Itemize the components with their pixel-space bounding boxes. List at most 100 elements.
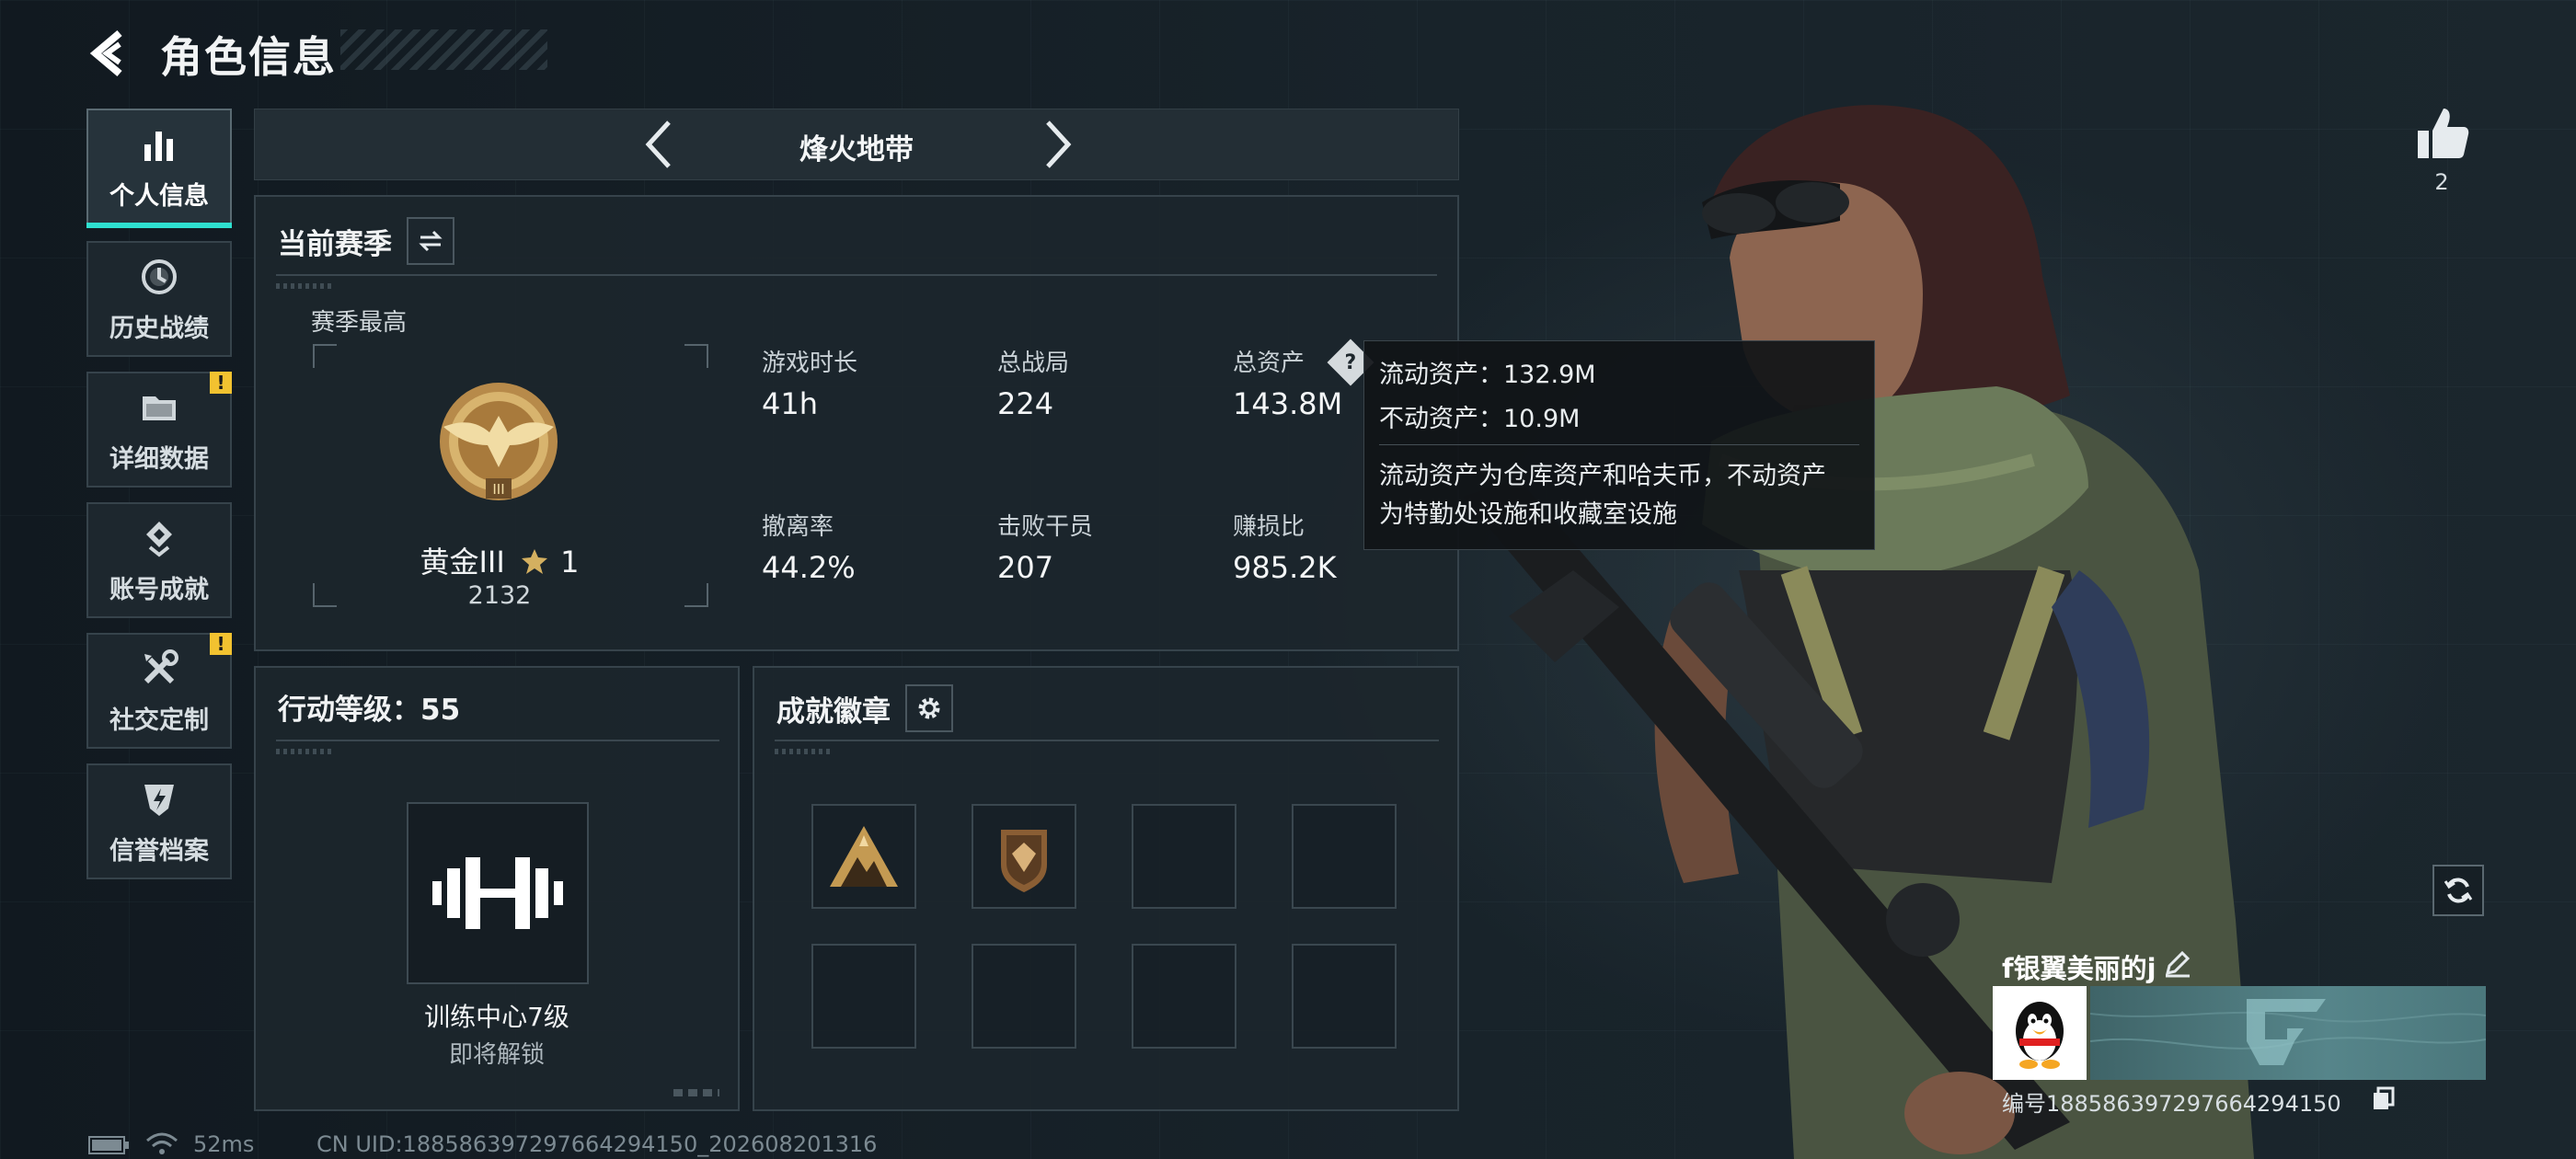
season-panel: 当前赛季 赛季最高 III 黄金III 1 2132 游戏时长 41h 总战局 … bbox=[254, 195, 1459, 651]
stat-label-extraction-rate: 撤离率 bbox=[762, 513, 834, 541]
player-name: f银翼美丽的j bbox=[2002, 953, 2156, 984]
game-mode-title: 烽火地带 bbox=[799, 133, 914, 166]
refresh-icon bbox=[2444, 878, 2473, 903]
tooltip-divider bbox=[1379, 444, 1859, 445]
badge-slot[interactable] bbox=[972, 804, 1076, 909]
frame-corner bbox=[684, 583, 708, 607]
copy-icon[interactable] bbox=[2370, 1085, 2396, 1111]
stat-value-playtime: 41h bbox=[762, 386, 818, 421]
folder-icon bbox=[143, 396, 176, 420]
sidebar-item-label: 历史战绩 bbox=[109, 314, 209, 343]
warning-badge: ! bbox=[210, 372, 232, 394]
frame-corner bbox=[313, 344, 337, 368]
stat-value-kills: 207 bbox=[997, 550, 1054, 585]
refresh-button[interactable] bbox=[2432, 865, 2484, 916]
next-mode-button[interactable] bbox=[1031, 119, 1083, 170]
sidebar-item-credit[interactable]: 信誉档案 bbox=[86, 763, 232, 879]
ping-value: 52ms bbox=[193, 1131, 255, 1157]
season-panel-header: 当前赛季 bbox=[278, 217, 454, 265]
season-title: 当前赛季 bbox=[278, 227, 392, 261]
sidebar-item-achievements[interactable]: 账号成就 bbox=[86, 502, 232, 618]
thumbs-up-icon[interactable] bbox=[2410, 101, 2475, 166]
sidebar-item-label: 详细数据 bbox=[109, 444, 209, 474]
stat-label-total-matches: 总战局 bbox=[997, 350, 1070, 377]
action-level-title: 行动等级：55 bbox=[278, 694, 461, 727]
player-card-banner bbox=[2090, 986, 2486, 1080]
bar-chart-icon bbox=[144, 131, 173, 161]
stat-value-extraction-rate: 44.2% bbox=[762, 550, 856, 585]
sidebar-item-history[interactable]: 历史战绩 bbox=[86, 241, 232, 357]
history-clock-icon bbox=[142, 258, 177, 294]
help-icon: ? bbox=[1344, 350, 1357, 374]
stat-value-profit-ratio: 985.2K bbox=[1233, 550, 1337, 585]
sidebar-item-social[interactable]: ! 社交定制 bbox=[86, 633, 232, 749]
rank-stars: 1 bbox=[560, 545, 580, 580]
tools-icon bbox=[144, 648, 178, 683]
achievement-icon bbox=[146, 521, 172, 557]
badge-slot-empty[interactable] bbox=[1132, 804, 1236, 909]
tooltip-note-line2: 为特勤处设施和收藏室设施 bbox=[1379, 500, 1677, 529]
like-count: 2 bbox=[2434, 169, 2449, 195]
frame-corner bbox=[313, 583, 337, 607]
training-center-status: 即将解锁 bbox=[448, 1041, 545, 1069]
stat-value-total-matches: 224 bbox=[997, 386, 1054, 421]
frame-corner bbox=[684, 344, 708, 368]
dots-decoration bbox=[775, 749, 830, 754]
game-mode-bar: 烽火地带 bbox=[254, 109, 1459, 180]
warning-badge: ! bbox=[210, 633, 232, 655]
sidebar-item-label: 信誉档案 bbox=[109, 836, 209, 866]
dumbbell-icon bbox=[432, 857, 563, 929]
tooltip-fixed-assets: 不动资产：10.9M bbox=[1379, 405, 1581, 433]
player-id: 编号1885863972976642941​50 bbox=[2002, 1091, 2341, 1117]
stat-label-profit-ratio: 赚损比 bbox=[1233, 513, 1305, 541]
training-center-icon-box[interactable] bbox=[407, 802, 589, 984]
page-title: 角色信息 bbox=[160, 32, 337, 82]
dots-decoration bbox=[276, 749, 331, 754]
achievement-badges-panel: 成就徽章 bbox=[753, 666, 1459, 1111]
game-logo-watermark-icon bbox=[2090, 999, 2486, 1065]
badges-title: 成就徽章 bbox=[776, 694, 891, 729]
edit-pencil-icon[interactable] bbox=[2162, 947, 2193, 979]
header-divider bbox=[276, 274, 1437, 276]
svg-text:III: III bbox=[492, 482, 504, 498]
title-stripe-decoration bbox=[340, 29, 547, 70]
stat-label-playtime: 游戏时长 bbox=[762, 350, 858, 377]
wifi-icon bbox=[146, 1132, 178, 1154]
shield-bolt-icon bbox=[144, 784, 174, 816]
badge-slot-empty[interactable] bbox=[811, 944, 916, 1049]
rank-name-row: 黄金III 1 bbox=[366, 539, 633, 581]
chevron-right-icon bbox=[1046, 120, 1072, 168]
back-arrow-icon[interactable] bbox=[85, 28, 136, 79]
header-divider bbox=[775, 740, 1439, 741]
badge-slot-empty[interactable] bbox=[972, 944, 1076, 1049]
assets-tooltip: 流动资产：132.9M 不动资产：10.9M 流动资产为仓库资产和哈夫币，不动资… bbox=[1363, 340, 1875, 550]
gear-icon bbox=[918, 697, 940, 719]
qq-avatar[interactable] bbox=[1993, 986, 2087, 1080]
corner-decoration bbox=[673, 1089, 719, 1096]
badge-settings-button[interactable] bbox=[905, 684, 953, 732]
badge-slot-empty[interactable] bbox=[1292, 944, 1397, 1049]
badge-slot-empty[interactable] bbox=[1292, 804, 1397, 909]
season-best-label: 赛季最高 bbox=[311, 309, 408, 337]
rank-name: 黄金III bbox=[420, 545, 505, 580]
badge-slot-empty[interactable] bbox=[1132, 944, 1236, 1049]
tooltip-note-line1: 流动资产为仓库资产和哈夫币，不动资产 bbox=[1379, 462, 1826, 490]
sidebar-item-label: 社交定制 bbox=[109, 706, 209, 735]
header-divider bbox=[276, 740, 719, 741]
switch-season-button[interactable] bbox=[407, 217, 454, 265]
sidebar-item-details[interactable]: ! 详细数据 bbox=[86, 372, 232, 488]
badge-slot[interactable] bbox=[811, 804, 916, 909]
rank-score: 2132 bbox=[467, 581, 532, 610]
star-icon bbox=[521, 549, 547, 574]
gold-rank-emblem-icon: III bbox=[440, 383, 558, 500]
mountain-badge-icon bbox=[830, 826, 898, 887]
sidebar-item-label: 个人信息 bbox=[109, 181, 209, 211]
badges-header: 成就徽章 bbox=[776, 684, 953, 732]
training-center-name: 训练中心7级 bbox=[424, 1002, 569, 1032]
sidebar-item-profile[interactable]: 个人信息 bbox=[86, 109, 232, 228]
uid-text: CN UID:188586397297664294150_20260820131… bbox=[316, 1131, 878, 1157]
dots-decoration bbox=[276, 283, 331, 289]
qq-penguin-icon bbox=[2016, 1002, 2064, 1069]
stat-label-total-assets: 总资产 bbox=[1233, 350, 1305, 377]
battery-icon bbox=[88, 1136, 129, 1154]
